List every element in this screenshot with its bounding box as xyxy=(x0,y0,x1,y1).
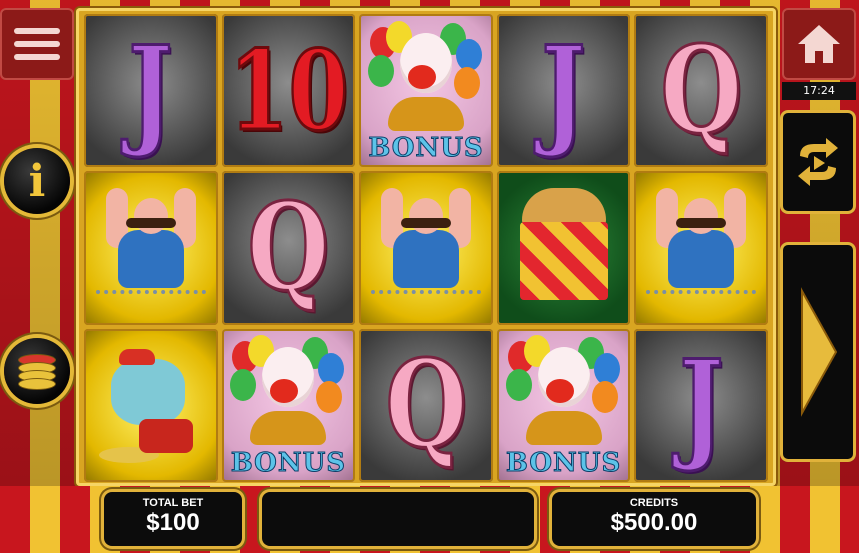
symbol-strongman xyxy=(84,171,218,325)
bonus-label: BONUS xyxy=(368,133,484,164)
symbol-q: Q xyxy=(634,14,768,168)
symbol-q: Q xyxy=(221,171,356,325)
hamburger-icon xyxy=(14,28,60,34)
symbol-clown-bonus: BONUS xyxy=(359,14,493,168)
strongman-icon xyxy=(370,178,481,318)
symbol-j: J xyxy=(84,14,218,168)
strongman-icon xyxy=(95,178,206,318)
symbol-label: J xyxy=(127,19,174,161)
info-button[interactable]: i xyxy=(4,148,70,214)
symbol-label: Q xyxy=(246,176,330,318)
symbol-label: Q xyxy=(384,334,468,476)
hamburger-icon-bar xyxy=(14,54,60,60)
play-arrow-icon xyxy=(801,287,838,417)
home-icon xyxy=(798,25,840,63)
clock-display: 17:24 xyxy=(782,82,856,100)
symbol-clown-bonus: BONUS xyxy=(496,328,631,482)
popcorn-icon xyxy=(514,187,614,308)
spin-button[interactable] xyxy=(780,242,856,462)
symbol-label: J xyxy=(540,19,587,161)
info-icon: i xyxy=(28,155,46,207)
total-bet-value: $100 xyxy=(146,509,200,536)
menu-button[interactable] xyxy=(0,8,74,80)
symbol-clown-bonus: BONUS xyxy=(221,328,356,482)
symbol-j: J xyxy=(634,328,768,482)
strongman-icon xyxy=(646,178,757,318)
credits-panel: CREDITS $500.00 xyxy=(552,492,756,546)
autoplay-icon xyxy=(798,138,838,186)
total-bet-panel: TOTAL BET $100 xyxy=(104,492,242,546)
symbol-ten: 10 xyxy=(221,14,356,168)
message-panel xyxy=(262,492,534,546)
credits-label: CREDITS xyxy=(629,497,679,509)
symbol-label: Q xyxy=(659,19,743,161)
symbol-elephant xyxy=(84,328,218,482)
coin-stack-icon xyxy=(19,353,55,389)
hamburger-icon-bar xyxy=(14,41,60,47)
bet-coins-button[interactable] xyxy=(4,338,70,404)
symbol-q: Q xyxy=(359,328,493,482)
reel-grid: J 10 BONUS J Q Q BONUS Q BONUS J xyxy=(84,14,768,482)
home-button[interactable] xyxy=(782,8,856,80)
autoplay-button[interactable] xyxy=(780,110,856,214)
bonus-label: BONUS xyxy=(505,447,622,478)
total-bet-label: TOTAL BET xyxy=(142,497,204,509)
symbol-label: J xyxy=(678,334,725,476)
symbol-strongman xyxy=(634,171,768,325)
credits-value: $500.00 xyxy=(610,509,698,536)
bonus-label: BONUS xyxy=(230,447,347,478)
symbol-strongman xyxy=(359,171,493,325)
symbol-popcorn xyxy=(496,171,631,325)
symbol-label: 10 xyxy=(228,25,350,155)
symbol-j: J xyxy=(496,14,631,168)
elephant-icon xyxy=(91,335,211,475)
